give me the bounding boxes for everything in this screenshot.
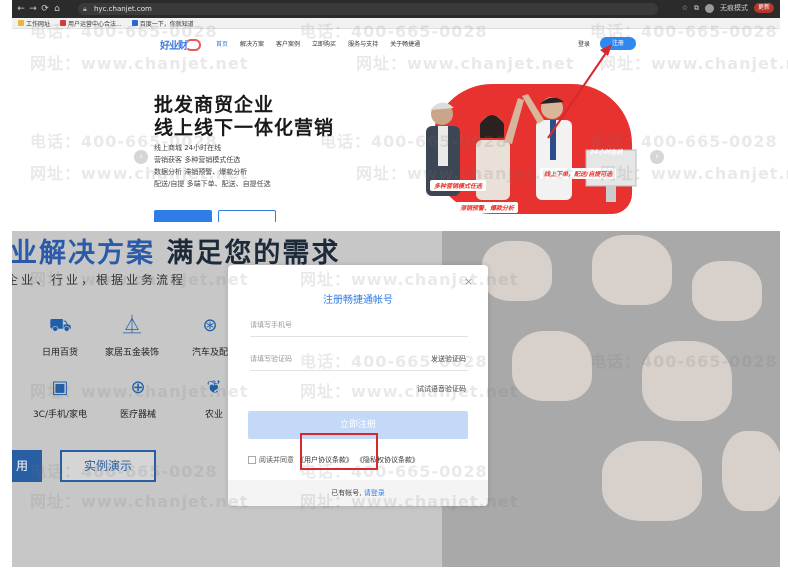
watermark-phone: 电话：400-665-0028	[320, 132, 508, 151]
watermark-site: 网址：www.chanjet.net	[600, 54, 788, 73]
basket-icon: ⛟	[49, 315, 72, 336]
watermark-site: 网址：www.chanjet.net	[30, 492, 249, 511]
address-bar[interactable]: 🔒︎ hyc.chanjet.com	[78, 3, 658, 15]
watermark-site: 网址：www.chanjet.net	[30, 164, 249, 183]
agreement-prefix: 阅读并同意	[259, 456, 294, 464]
page: ← → ⟳ ⌂ 🔒︎ hyc.chanjet.com ☆ ⧉ 无痕模式 更新 工…	[0, 0, 788, 573]
category-item[interactable]: ⛟ 日用百货	[30, 315, 90, 358]
browser-toolbar: ← → ⟳ ⌂ 🔒︎ hyc.chanjet.com ☆ ⧉ 无痕模式 更新	[12, 0, 780, 18]
modal-title: 注册畅捷通帐号	[323, 295, 393, 306]
watermark-site: 网址：www.chanjet.net	[356, 54, 575, 73]
folder-icon	[18, 20, 24, 26]
hero-primary-button[interactable]	[154, 210, 212, 222]
avatar[interactable]	[704, 3, 714, 13]
watermark-phone: 电话：400-665-0028	[300, 22, 488, 41]
reload-icon[interactable]: ⟳	[40, 3, 50, 15]
watermark-phone: 电话：400-665-0028	[590, 352, 778, 371]
agreement-checkbox[interactable]	[248, 456, 256, 464]
home-icon[interactable]: ⌂	[52, 3, 62, 15]
back-icon[interactable]: ←	[16, 3, 26, 15]
address-url: hyc.chanjet.com	[94, 5, 152, 13]
watermark-site: 网址：www.chanjet.net	[30, 54, 249, 73]
category-item[interactable]: ⏅ 家居五金装饰	[102, 315, 162, 358]
extension-icon[interactable]: ⧉	[694, 4, 699, 13]
watermark-phone: 电话：400-665-0028	[300, 462, 488, 481]
watermark-site: 网址：www.chanjet.net	[356, 164, 575, 183]
star-icon[interactable]: ☆	[682, 4, 688, 12]
nav-home[interactable]: 首页	[216, 39, 228, 48]
hero-secondary-button[interactable]	[218, 210, 276, 222]
watermark-phone: 电话：400-665-0028	[30, 462, 218, 481]
steering-wheel-icon: ⊛	[202, 315, 218, 336]
watermark-phone: 电话：400-665-0028	[590, 22, 778, 41]
lock-icon: 🔒︎	[83, 5, 87, 13]
watermark-phone: 电话：400-665-0028	[30, 132, 218, 151]
watermark-site: 网址：www.chanjet.net	[300, 382, 519, 401]
watermark-phone: 电话：400-665-0028	[30, 22, 218, 41]
watermark-phone: 电话：400-665-0028	[590, 132, 778, 151]
hero-tag: 滞销预警、爆款分析	[456, 202, 519, 213]
nav-solutions[interactable]: 解决方案	[240, 39, 264, 48]
phone-field	[250, 313, 468, 337]
watermark-site: 网址：www.chanjet.net	[30, 270, 249, 289]
watermark-site: 网址：www.chanjet.net	[300, 270, 519, 289]
browser-right-controls: ☆ ⧉ 无痕模式 更新	[682, 3, 774, 13]
watermark-site: 网址：www.chanjet.net	[300, 492, 519, 511]
watermark-site: 网址：www.chanjet.net	[30, 382, 249, 401]
login-link[interactable]: 登录	[578, 39, 590, 48]
lamp-icon: ⏅	[123, 315, 141, 336]
update-button[interactable]: 更新	[753, 3, 774, 13]
phone-input[interactable]	[250, 321, 400, 329]
watermark-phone: 电话：400-665-0028	[300, 352, 488, 371]
forward-icon[interactable]: →	[28, 3, 38, 15]
profile-label: 无痕模式	[719, 4, 748, 12]
watermark-site: 网址：www.chanjet.net	[600, 164, 788, 183]
nav-cases[interactable]: 客户案例	[276, 39, 300, 48]
